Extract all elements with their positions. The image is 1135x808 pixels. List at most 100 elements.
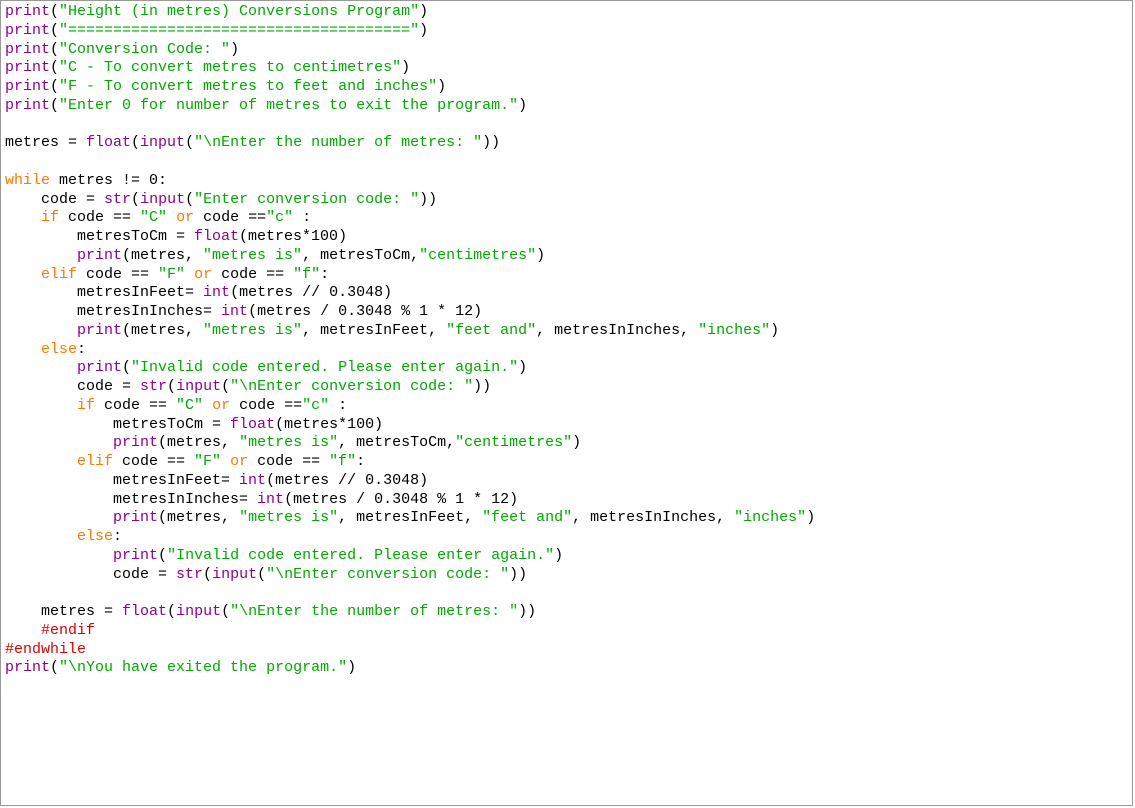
- code-token: "c": [266, 209, 293, 226]
- code-token: (: [50, 3, 59, 20]
- code-token: ): [419, 22, 428, 39]
- code-token: (: [221, 378, 230, 395]
- code-line: code = str(input("\nEnter conversion cod…: [5, 566, 1128, 585]
- code-token: print: [113, 434, 158, 451]
- code-token: "Invalid code entered. Please enter agai…: [167, 547, 554, 564]
- code-token: metresInFeet=: [5, 472, 239, 489]
- code-line: [5, 584, 1128, 603]
- code-token: [5, 397, 77, 414]
- code-token: (: [158, 547, 167, 564]
- code-token: "centimetres": [419, 247, 536, 264]
- code-token: [5, 622, 41, 639]
- code-token: [221, 453, 230, 470]
- code-token: code =: [5, 378, 140, 395]
- code-token: code ==: [248, 453, 329, 470]
- code-token: (metres / 0.3048 % 1 * 12): [248, 303, 482, 320]
- code-token: (: [221, 603, 230, 620]
- code-line: metresToCm = float(metres*100): [5, 416, 1128, 435]
- code-token: (metres*100): [239, 228, 347, 245]
- code-token: [185, 266, 194, 283]
- code-token: :: [320, 266, 329, 283]
- code-token: , metresInFeet,: [302, 322, 446, 339]
- code-token: ): [572, 434, 581, 451]
- code-token: [5, 341, 41, 358]
- code-token: metres =: [5, 134, 86, 151]
- code-token: ): [554, 547, 563, 564]
- code-line: print("Enter 0 for number of metres to e…: [5, 97, 1128, 116]
- code-token: , metresInFeet,: [338, 509, 482, 526]
- code-line: code = str(input("\nEnter conversion cod…: [5, 378, 1128, 397]
- code-token: (: [50, 22, 59, 39]
- code-token: "feet and": [482, 509, 572, 526]
- code-token: print: [77, 247, 122, 264]
- code-token: "F - To convert metres to feet and inche…: [59, 78, 437, 95]
- code-token: (: [50, 97, 59, 114]
- code-token: "feet and": [446, 322, 536, 339]
- code-token: code ==: [77, 266, 158, 283]
- code-token: "Enter conversion code: ": [194, 191, 419, 208]
- code-token: or: [176, 209, 194, 226]
- code-token: metresInInches=: [5, 303, 221, 320]
- code-token: "Height (in metres) Conversions Program": [59, 3, 419, 20]
- code-token: (metres,: [122, 322, 203, 339]
- code-token: (metres / 0.3048 % 1 * 12): [284, 491, 518, 508]
- code-token: "c": [302, 397, 329, 414]
- code-token: code ==: [212, 266, 293, 283]
- code-token: print: [113, 547, 158, 564]
- code-token: code ==: [230, 397, 302, 414]
- code-token: :: [113, 528, 122, 545]
- code-token: (: [185, 191, 194, 208]
- code-token: "f": [293, 266, 320, 283]
- code-line: metresInFeet= int(metres // 0.3048): [5, 472, 1128, 491]
- code-token: (: [50, 59, 59, 76]
- code-token: (: [203, 566, 212, 583]
- code-token: "\nEnter conversion code: ": [266, 566, 509, 583]
- code-line: elif code == "F" or code == "f":: [5, 453, 1128, 472]
- code-token: (: [50, 659, 59, 676]
- code-token: else: [77, 528, 113, 545]
- code-token: metres =: [5, 603, 122, 620]
- code-token: else: [41, 341, 77, 358]
- code-token: [5, 509, 113, 526]
- code-token: or: [230, 453, 248, 470]
- code-token: input: [176, 378, 221, 395]
- code-token: "Invalid code entered. Please enter agai…: [131, 359, 518, 376]
- code-token: [5, 359, 77, 376]
- code-token: [5, 434, 113, 451]
- code-token: print: [5, 97, 50, 114]
- code-token: , metresInInches,: [536, 322, 698, 339]
- code-token: print: [77, 359, 122, 376]
- code-token: "metres is": [203, 322, 302, 339]
- code-token: "metres is": [239, 434, 338, 451]
- code-editor[interactable]: print("Height (in metres) Conversions Pr…: [0, 0, 1133, 806]
- code-token: print: [5, 41, 50, 58]
- code-token: [5, 547, 113, 564]
- code-token: "\nEnter the number of metres: ": [230, 603, 518, 620]
- code-token: [167, 209, 176, 226]
- code-token: , metresInInches,: [572, 509, 734, 526]
- code-token: print: [113, 509, 158, 526]
- code-token: [5, 266, 41, 283]
- code-token: #endwhile: [5, 641, 86, 658]
- code-token: if: [41, 209, 59, 226]
- code-token: "metres is": [203, 247, 302, 264]
- code-token: print: [5, 22, 50, 39]
- code-token: float: [122, 603, 167, 620]
- code-token: code =: [5, 191, 104, 208]
- code-token: (: [257, 566, 266, 583]
- code-token: "C": [140, 209, 167, 226]
- code-token: "F": [158, 266, 185, 283]
- code-token: [5, 209, 41, 226]
- code-line: elif code == "F" or code == "f":: [5, 266, 1128, 285]
- code-token: :: [356, 453, 365, 470]
- code-token: "Enter 0 for number of metres to exit th…: [59, 97, 518, 114]
- code-token: if: [77, 397, 95, 414]
- code-token: metresToCm =: [5, 416, 230, 433]
- code-token: (metres,: [122, 247, 203, 264]
- code-token: (metres,: [158, 434, 239, 451]
- code-token: metres != 0:: [50, 172, 167, 189]
- code-token: (: [131, 134, 140, 151]
- code-token: (: [122, 359, 131, 376]
- code-token: "metres is": [239, 509, 338, 526]
- code-token: [5, 247, 77, 264]
